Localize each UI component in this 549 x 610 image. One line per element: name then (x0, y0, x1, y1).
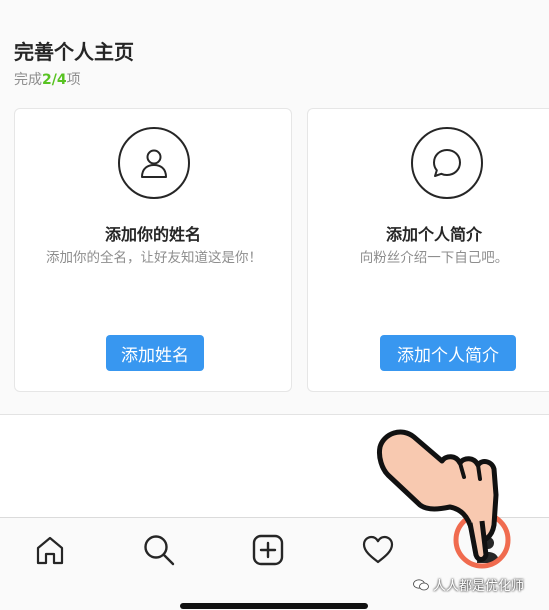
complete-profile-section: 完善个人主页 完成2/4项 添加你的姓名 添加你的全名，让好友知道这是你！ 添加… (0, 12, 549, 415)
progress-prefix: 完成 (14, 72, 42, 88)
card-description: 向粉丝介绍一下自己吧。 (359, 250, 509, 266)
home-icon[interactable] (32, 532, 68, 568)
add-name-button[interactable]: 添加姓名 (106, 335, 204, 371)
person-icon (118, 127, 190, 199)
card-title: 添加个人简介 (385, 225, 482, 244)
search-icon[interactable] (141, 532, 177, 568)
speech-bubble-icon (411, 127, 483, 199)
add-name-card: 添加你的姓名 添加你的全名，让好友知道这是你！ 添加姓名 (14, 108, 292, 392)
card-title: 添加你的姓名 (104, 225, 201, 244)
wechat-icon (413, 578, 429, 590)
home-indicator (180, 603, 368, 609)
pointing-hand-icon (377, 429, 511, 569)
section-title: 完善个人主页 (14, 40, 134, 64)
progress-suffix: 项 (66, 72, 81, 88)
watermark-text: 人人都是优化师 (433, 579, 525, 594)
new-post-icon[interactable] (250, 532, 286, 568)
watermark: 人人都是优化师 (413, 575, 524, 594)
card-description: 添加你的全名，让好友知道这是你！ (46, 250, 262, 266)
progress-text: 完成2/4项 (14, 69, 81, 89)
add-bio-button[interactable]: 添加个人简介 (380, 335, 516, 371)
progress-count: 2/4 (42, 72, 67, 88)
add-bio-card: 添加个人简介 向粉丝介绍一下自己吧。 添加个人简介 (307, 108, 549, 392)
